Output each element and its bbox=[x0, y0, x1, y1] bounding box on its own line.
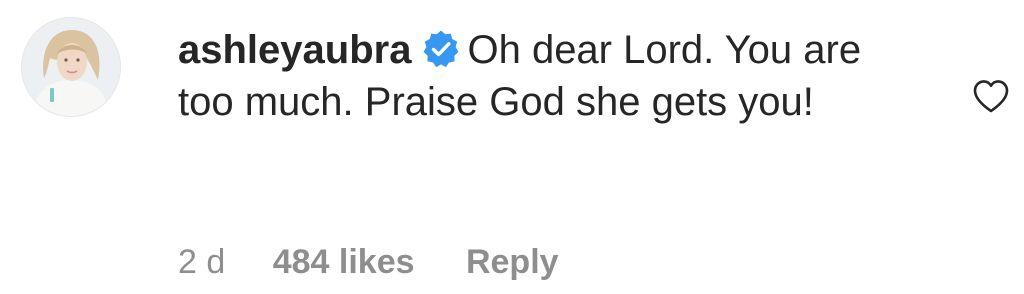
likes-count-button[interactable]: 484 likes bbox=[273, 240, 415, 284]
username-link[interactable]: ashleyaubra bbox=[178, 28, 411, 72]
comment-timestamp[interactable]: 2 d bbox=[178, 240, 225, 284]
reply-button[interactable]: Reply bbox=[466, 240, 559, 284]
comment-item: ashleyaubra Oh dear Lord. You are too mu… bbox=[0, 0, 1024, 294]
avatar[interactable] bbox=[22, 18, 120, 116]
verified-badge-icon bbox=[421, 29, 461, 69]
comment-body: ashleyaubra Oh dear Lord. You are too mu… bbox=[178, 24, 918, 128]
heart-outline-icon[interactable] bbox=[972, 78, 1010, 114]
avatar-image bbox=[22, 18, 120, 116]
comment-meta: 2 d 484 likes Reply bbox=[178, 240, 559, 284]
